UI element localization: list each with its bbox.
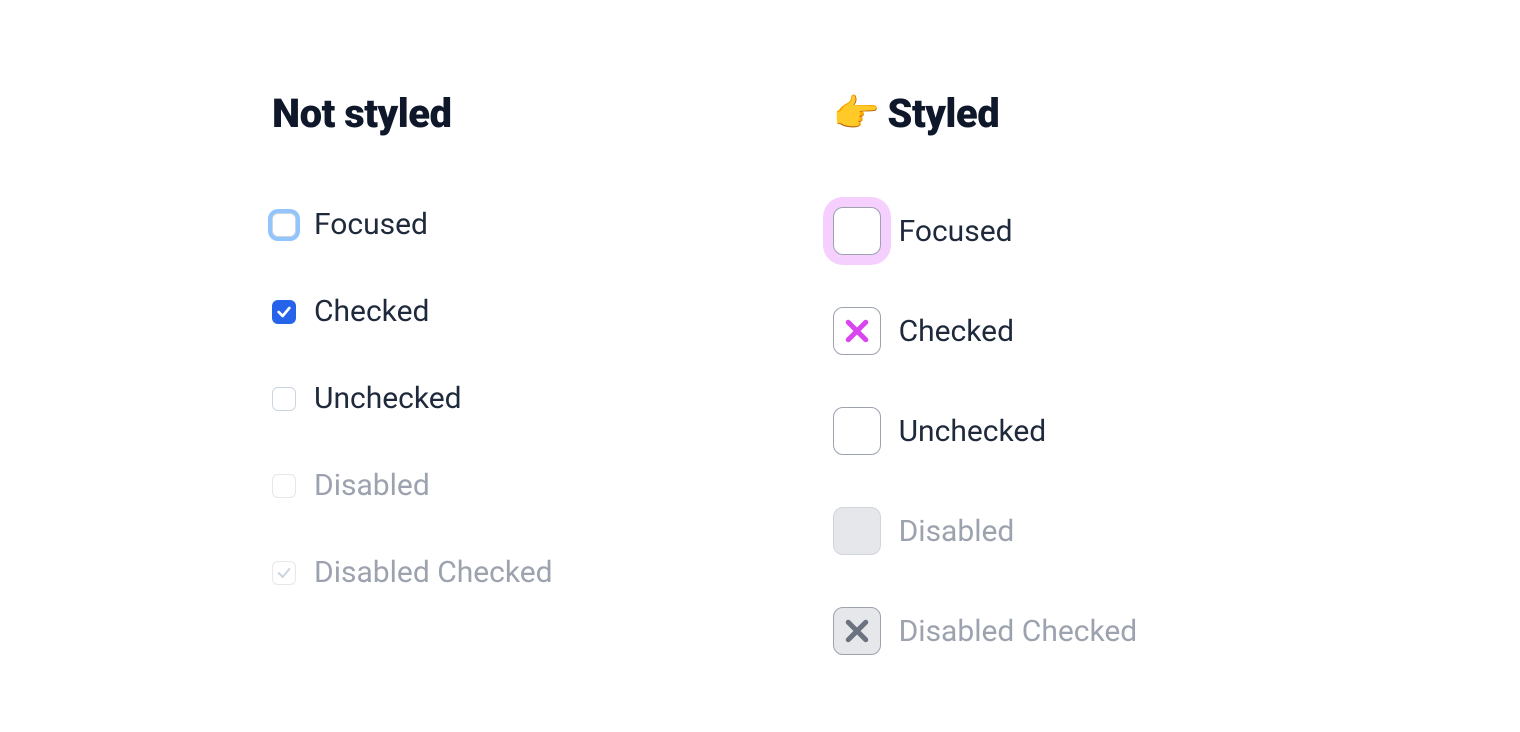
checkbox-styled-disabled-checked (833, 607, 881, 655)
heading-styled-text: Styled (887, 90, 999, 137)
checkbox-native-checked[interactable] (272, 300, 296, 324)
checkbox-native-disabled-checked (272, 561, 296, 585)
checkbox-styled-disabled (833, 507, 881, 555)
row-native-disabled: Disabled (272, 468, 553, 503)
label-native-focused: Focused (314, 207, 428, 242)
checkbox-styled-checked[interactable] (833, 307, 881, 355)
row-styled-checked: Checked (833, 307, 1138, 355)
row-native-checked: Checked (272, 294, 553, 329)
label-styled-unchecked: Unchecked (899, 414, 1047, 449)
label-native-checked: Checked (314, 294, 429, 329)
checkbox-native-focused[interactable] (272, 213, 296, 237)
column-not-styled: Not styled Focused Checked Unchecked Dis… (272, 90, 553, 707)
label-native-disabled-checked: Disabled Checked (314, 555, 553, 590)
checkbox-styled-focused[interactable] (833, 207, 881, 255)
checkbox-state-comparison: Not styled Focused Checked Unchecked Dis… (0, 0, 1520, 707)
check-icon (276, 565, 292, 581)
row-styled-disabled-checked: Disabled Checked (833, 607, 1138, 655)
label-styled-disabled-checked: Disabled Checked (899, 614, 1138, 649)
pointing-right-icon: 👉 (833, 95, 880, 133)
column-styled: 👉 Styled Focused Checked Unchecked Disab… (833, 90, 1138, 707)
checkbox-native-unchecked[interactable] (272, 387, 296, 411)
row-styled-disabled: Disabled (833, 507, 1138, 555)
label-styled-checked: Checked (899, 314, 1014, 349)
heading-not-styled: Not styled (272, 90, 553, 137)
row-styled-unchecked: Unchecked (833, 407, 1138, 455)
row-native-disabled-checked: Disabled Checked (272, 555, 553, 590)
row-native-unchecked: Unchecked (272, 381, 553, 416)
label-styled-focused: Focused (899, 214, 1013, 249)
row-native-focused: Focused (272, 207, 553, 242)
label-native-disabled: Disabled (314, 468, 430, 503)
check-icon (276, 304, 292, 320)
x-icon (842, 616, 872, 646)
row-styled-focused: Focused (833, 207, 1138, 255)
label-native-unchecked: Unchecked (314, 381, 462, 416)
heading-styled: 👉 Styled (833, 90, 1138, 137)
checkbox-native-disabled (272, 474, 296, 498)
x-icon (842, 316, 872, 346)
label-styled-disabled: Disabled (899, 514, 1015, 549)
checkbox-styled-unchecked[interactable] (833, 407, 881, 455)
